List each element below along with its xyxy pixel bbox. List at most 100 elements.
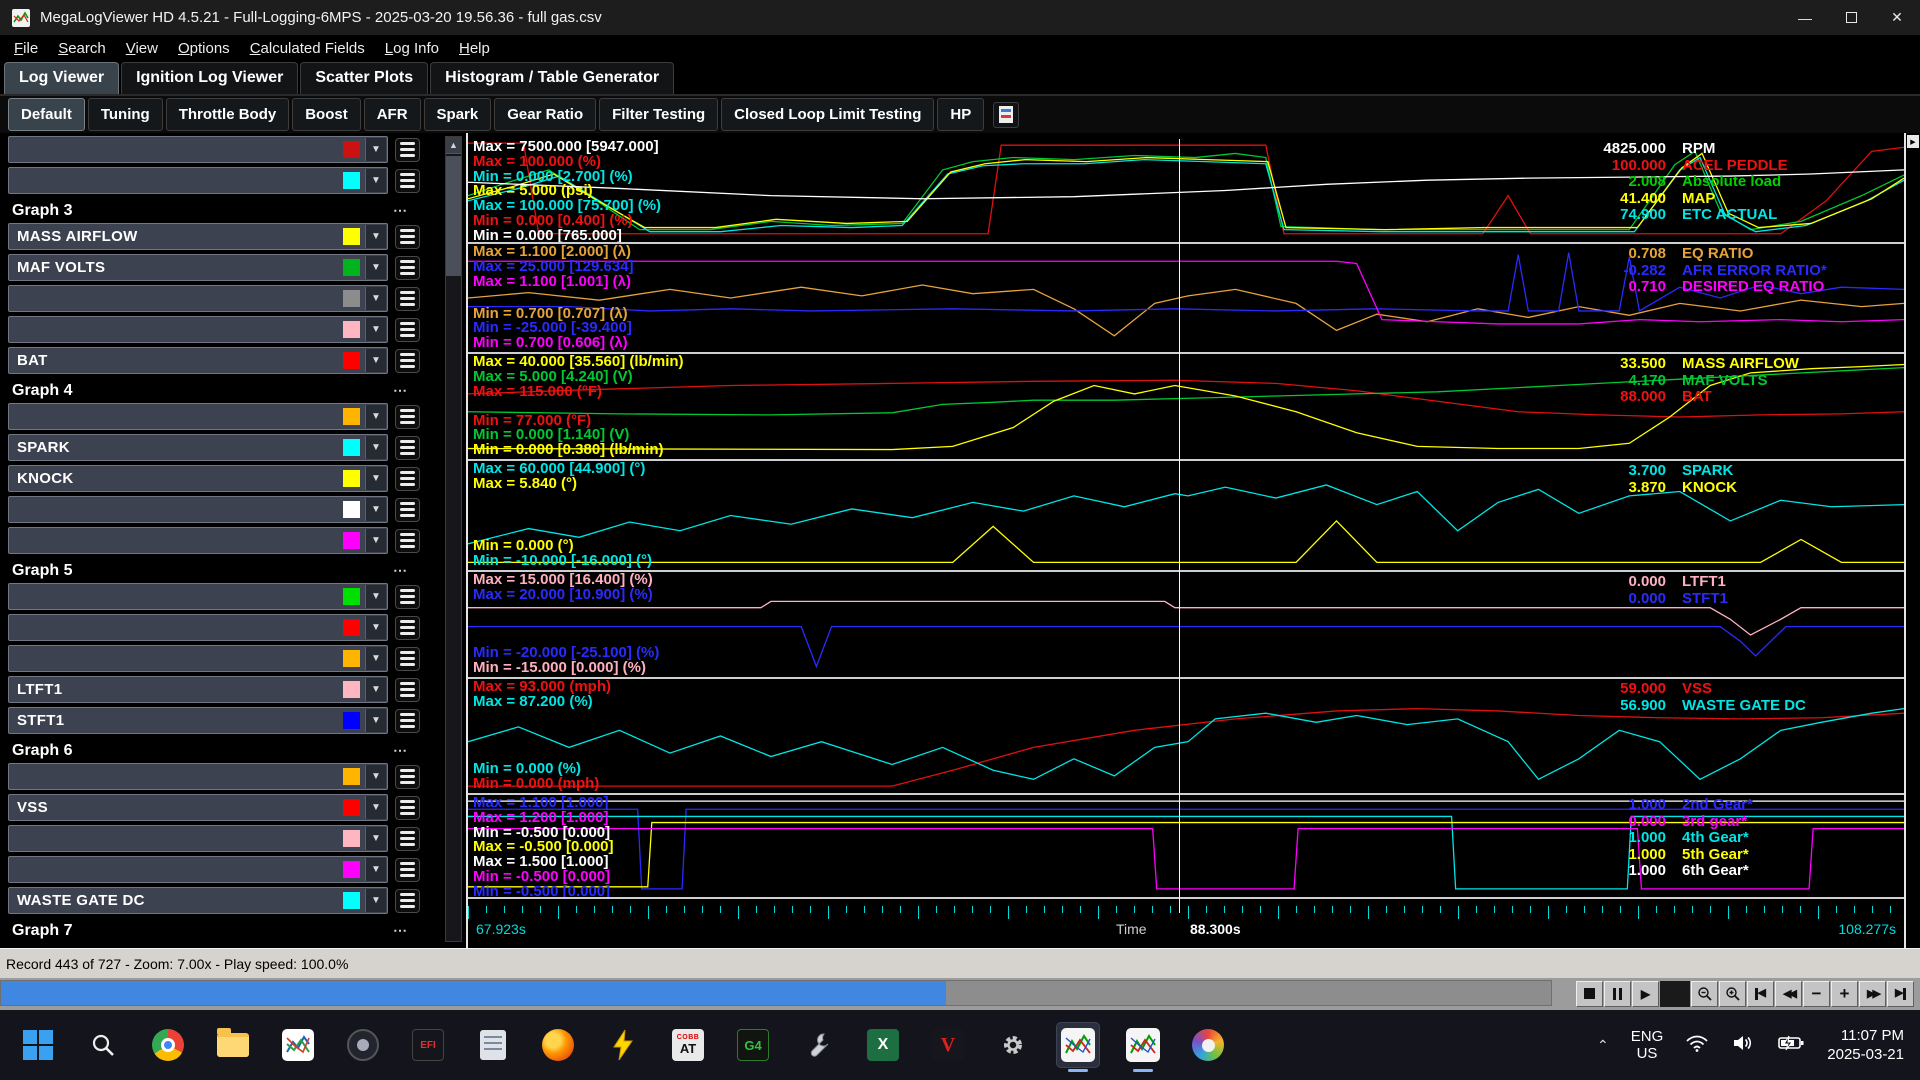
channel-settings-button[interactable] <box>395 616 420 640</box>
channel-select-empty-0[interactable]: ▼ <box>8 136 388 163</box>
stop-button[interactable] <box>1576 981 1603 1007</box>
channel-select-spark[interactable]: SPARK▼ <box>8 434 388 461</box>
channel-settings-button[interactable] <box>395 529 420 553</box>
taskbar-icon-efi-app[interactable]: EFI <box>406 1022 450 1068</box>
more-options-icon[interactable]: ⋯ <box>393 922 408 939</box>
menu-file[interactable]: File <box>4 37 48 60</box>
channel-settings-button[interactable] <box>395 287 420 311</box>
chevron-down-icon[interactable]: ▼ <box>365 225 386 248</box>
channel-settings-button[interactable] <box>395 225 420 249</box>
channel-select-empty-1[interactable]: ▼ <box>8 167 388 194</box>
taskbar-icon-studio-app[interactable] <box>341 1022 385 1068</box>
restore-button[interactable] <box>1828 0 1874 35</box>
scroll-up-icon[interactable]: ▲ <box>446 137 461 154</box>
chevron-down-icon[interactable]: ▼ <box>365 405 386 428</box>
channel-select-empty-21[interactable]: ▼ <box>8 763 388 790</box>
log-graph-area[interactable]: Max = 7500.000 [5947.000]Max = 100.000 (… <box>466 133 1906 948</box>
channel-select-vss[interactable]: VSS▼ <box>8 794 388 821</box>
channel-select-ltft1[interactable]: LTFT1▼ <box>8 676 388 703</box>
channel-settings-button[interactable] <box>395 467 420 491</box>
graph-panel-3[interactable]: Max = 40.000 [35.560] (lb/min)Max = 5.00… <box>468 354 1904 461</box>
language-indicator[interactable]: ENGUS <box>1631 1028 1664 1062</box>
taskbar-icon-chart-app[interactable] <box>276 1022 320 1068</box>
wifi-icon[interactable] <box>1685 1033 1709 1058</box>
channel-select-waste-gate-dc[interactable]: WASTE GATE DC▼ <box>8 887 388 914</box>
channel-settings-button[interactable] <box>395 436 420 460</box>
chevron-down-icon[interactable]: ▼ <box>365 765 386 788</box>
subtab-closed-loop-limit-testing[interactable]: Closed Loop Limit Testing <box>721 98 934 131</box>
menu-calculated-fields[interactable]: Calculated Fields <box>240 37 375 60</box>
channel-settings-button[interactable] <box>395 678 420 702</box>
channel-select-maf-volts[interactable]: MAF VOLTS▼ <box>8 254 388 281</box>
channel-settings-button[interactable] <box>395 498 420 522</box>
chart-right-scroll[interactable]: ▶ <box>1906 133 1920 948</box>
close-button[interactable]: ✕ <box>1874 0 1920 35</box>
taskbar-icon-g4-app[interactable]: G4 <box>731 1022 775 1068</box>
channel-select-empty-13[interactable]: ▼ <box>8 527 388 554</box>
more-options-icon[interactable]: ⋯ <box>393 562 408 579</box>
new-view-button[interactable] <box>993 102 1019 128</box>
rewind-button[interactable]: ◀◀ <box>1775 981 1802 1007</box>
taskbar-icon-paint-app[interactable] <box>1186 1022 1230 1068</box>
channel-settings-button[interactable] <box>395 889 420 913</box>
tab-ignition-log-viewer[interactable]: Ignition Log Viewer <box>121 62 298 94</box>
channel-settings-button[interactable] <box>395 256 420 280</box>
minus-button[interactable]: − <box>1803 981 1830 1007</box>
menu-view[interactable]: View <box>116 37 168 60</box>
chevron-down-icon[interactable]: ▼ <box>365 858 386 881</box>
channel-settings-button[interactable] <box>395 318 420 342</box>
chevron-down-icon[interactable]: ▼ <box>365 827 386 850</box>
taskbar-icon-folder[interactable] <box>211 1022 255 1068</box>
plus-button[interactable]: + <box>1831 981 1858 1007</box>
taskbar-icon-excel[interactable]: X <box>861 1022 905 1068</box>
taskbar-icon-v-app[interactable]: V <box>926 1022 970 1068</box>
channel-settings-button[interactable] <box>395 585 420 609</box>
channel-settings-button[interactable] <box>395 827 420 851</box>
chevron-down-icon[interactable]: ▼ <box>365 287 386 310</box>
clock[interactable]: 11:07 PM2025-03-21 <box>1827 1026 1904 1064</box>
taskbar-icon-firefox[interactable] <box>536 1022 580 1068</box>
volume-icon[interactable] <box>1731 1033 1755 1058</box>
chevron-down-icon[interactable]: ▼ <box>365 889 386 912</box>
menu-search[interactable]: Search <box>48 37 116 60</box>
graph-panel-5[interactable]: Max = 15.000 [16.400] (%)Max = 20.000 [1… <box>468 572 1904 679</box>
tab-log-viewer[interactable]: Log Viewer <box>4 62 119 94</box>
subtab-spark[interactable]: Spark <box>424 98 492 131</box>
zoom-out-button[interactable] <box>1691 981 1718 1007</box>
subtab-hp[interactable]: HP <box>937 98 984 131</box>
chevron-down-icon[interactable]: ▼ <box>365 436 386 459</box>
taskbar-icon-megalogviewer[interactable] <box>1121 1022 1165 1068</box>
taskbar-icon-settings[interactable] <box>991 1022 1035 1068</box>
chevron-down-icon[interactable]: ▼ <box>365 256 386 279</box>
minimize-button[interactable]: — <box>1782 0 1828 35</box>
channel-select-empty-24[interactable]: ▼ <box>8 856 388 883</box>
fast-forward-button[interactable]: ▶▶ <box>1859 981 1886 1007</box>
zoom-in-button[interactable] <box>1719 981 1746 1007</box>
taskbar-icon-megalogviewer-active[interactable] <box>1056 1022 1100 1068</box>
playback-progress-track[interactable] <box>0 980 1552 1006</box>
channel-settings-button[interactable] <box>395 765 420 789</box>
chevron-down-icon[interactable]: ▼ <box>365 678 386 701</box>
channel-select-knock[interactable]: KNOCK▼ <box>8 465 388 492</box>
chevron-down-icon[interactable]: ▼ <box>365 349 386 372</box>
chevron-down-icon[interactable]: ▼ <box>365 529 386 552</box>
taskbar-icon-browser[interactable] <box>146 1022 190 1068</box>
chevron-down-icon[interactable]: ▼ <box>365 498 386 521</box>
chevron-down-icon[interactable]: ▼ <box>365 585 386 608</box>
taskbar-icon-search[interactable] <box>81 1022 125 1068</box>
play-button[interactable]: ▶ <box>1632 981 1659 1007</box>
menu-options[interactable]: Options <box>168 37 240 60</box>
tray-expand-icon[interactable]: ⌃ <box>1597 1037 1609 1054</box>
channel-settings-button[interactable] <box>395 796 420 820</box>
channel-select-empty-12[interactable]: ▼ <box>8 496 388 523</box>
graph-panel-1[interactable]: Max = 7500.000 [5947.000]Max = 100.000 (… <box>468 139 1904 244</box>
graph-panel-6[interactable]: Max = 93.000 (mph)Max = 87.200 (%)Min = … <box>468 679 1904 795</box>
skip-start-button[interactable]: ◀ <box>1747 981 1774 1007</box>
subtab-filter-testing[interactable]: Filter Testing <box>599 98 718 131</box>
chevron-down-icon[interactable]: ▼ <box>365 616 386 639</box>
chevron-down-icon[interactable]: ▼ <box>365 709 386 732</box>
more-options-icon[interactable]: ⋯ <box>393 382 408 399</box>
channel-select-empty-15[interactable]: ▼ <box>8 583 388 610</box>
channel-select-empty-5[interactable]: ▼ <box>8 285 388 312</box>
channel-settings-button[interactable] <box>395 169 420 193</box>
